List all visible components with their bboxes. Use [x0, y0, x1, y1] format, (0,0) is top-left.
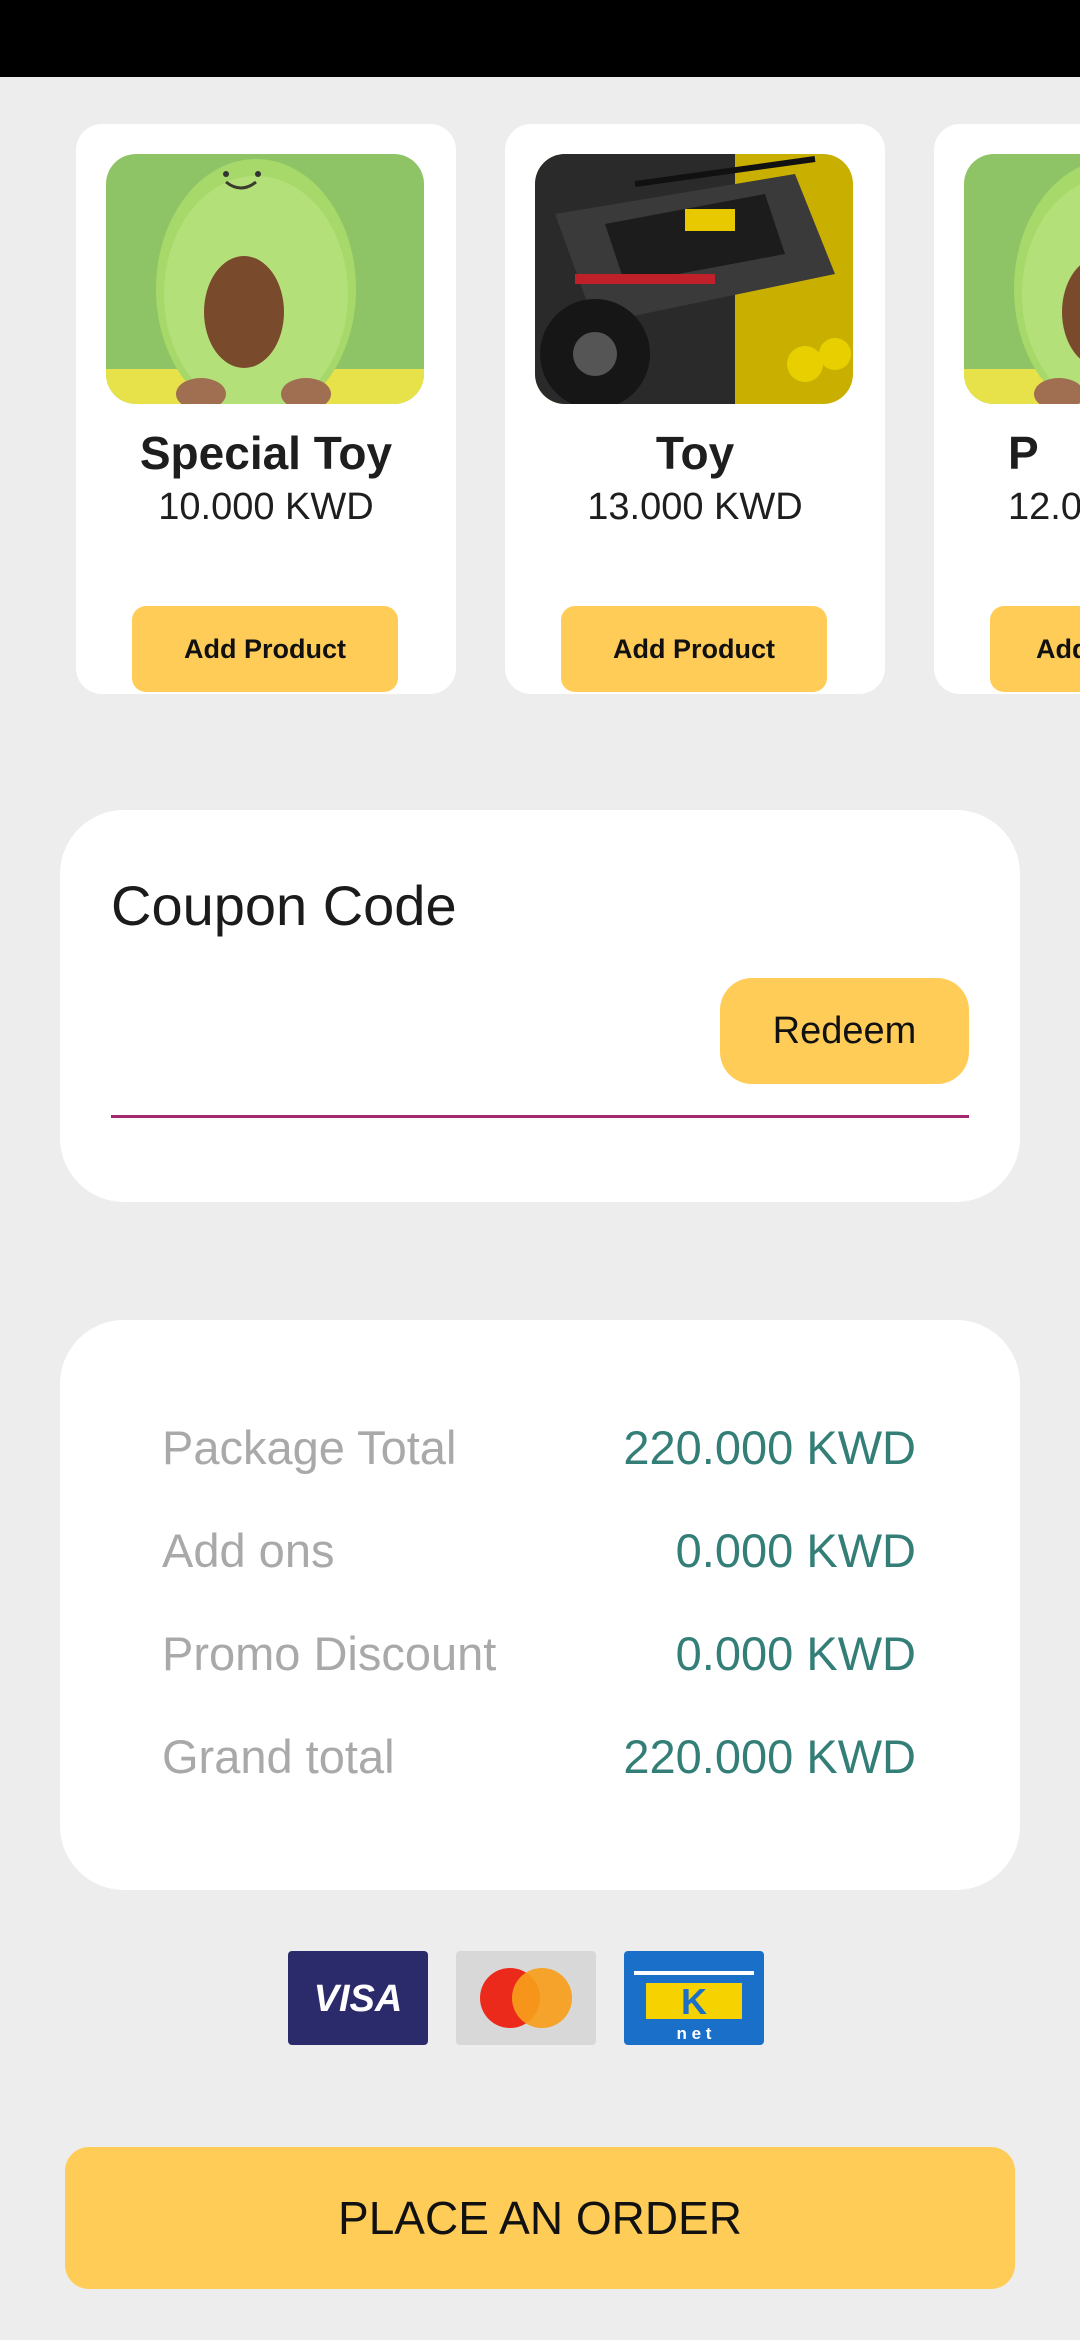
product-price: 13.000 KWD	[587, 486, 803, 528]
product-name: P	[1008, 427, 1039, 479]
product-name: Special Toy	[139, 427, 393, 479]
status-bar	[0, 0, 1080, 77]
summary-value: 0.000 KWD	[675, 1627, 916, 1680]
summary-value: 220.000 KWD	[623, 1730, 916, 1783]
knet-icon: K n e t	[624, 1951, 764, 2045]
summary-label: Promo Discount	[162, 1627, 497, 1680]
product-price: 10.000 KWD	[158, 486, 374, 528]
mastercard-icon	[456, 1951, 596, 2045]
product-image-lego-buggy	[535, 154, 853, 404]
coupon-code-input[interactable]	[111, 980, 751, 1058]
product-price: 12.0	[1008, 486, 1080, 528]
place-order-button[interactable]: PLACE AN ORDER	[65, 2147, 1015, 2289]
product-carousel[interactable]: Special Toy 10.000 KWD Add Product Toy 1…	[0, 77, 1080, 737]
summary-label: Add ons	[162, 1524, 335, 1577]
summary-label: Grand total	[162, 1730, 395, 1783]
add-product-button[interactable]: Add	[990, 606, 1080, 692]
product-name: Toy	[655, 427, 735, 479]
knet-subtext: n e t	[677, 2024, 712, 2043]
add-product-button[interactable]: Add Product	[561, 606, 827, 692]
summary-row-package-total: Package Total 220.000 KWD	[162, 1420, 916, 1480]
summary-row-add-ons: Add ons 0.000 KWD	[162, 1523, 916, 1583]
product-card[interactable]: Toy 13.000 KWD Add Product	[505, 124, 885, 694]
coupon-input-underline	[111, 1115, 969, 1118]
add-product-button[interactable]: Add Product	[132, 606, 398, 692]
summary-row-promo-discount: Promo Discount 0.000 KWD	[162, 1626, 916, 1686]
product-card[interactable]: Special Toy 10.000 KWD Add Product	[76, 124, 456, 694]
product-image-avocado-plush	[964, 154, 1080, 404]
product-image-avocado-plush	[106, 154, 424, 404]
coupon-card: Coupon Code Redeem	[60, 810, 1020, 1202]
summary-value: 0.000 KWD	[675, 1524, 916, 1577]
summary-label: Package Total	[162, 1421, 457, 1474]
product-card[interactable]: P 12.0 Add	[934, 124, 1080, 694]
knet-k-text: K	[681, 1981, 707, 2022]
summary-row-grand-total: Grand total 220.000 KWD	[162, 1729, 916, 1789]
redeem-button[interactable]: Redeem	[720, 978, 969, 1084]
summary-value: 220.000 KWD	[623, 1421, 916, 1474]
visa-text: VISA	[314, 1978, 403, 2020]
order-summary-card: Package Total 220.000 KWD Add ons 0.000 …	[60, 1320, 1020, 1890]
visa-icon: VISA	[288, 1951, 428, 2045]
coupon-title: Coupon Code	[111, 874, 457, 937]
